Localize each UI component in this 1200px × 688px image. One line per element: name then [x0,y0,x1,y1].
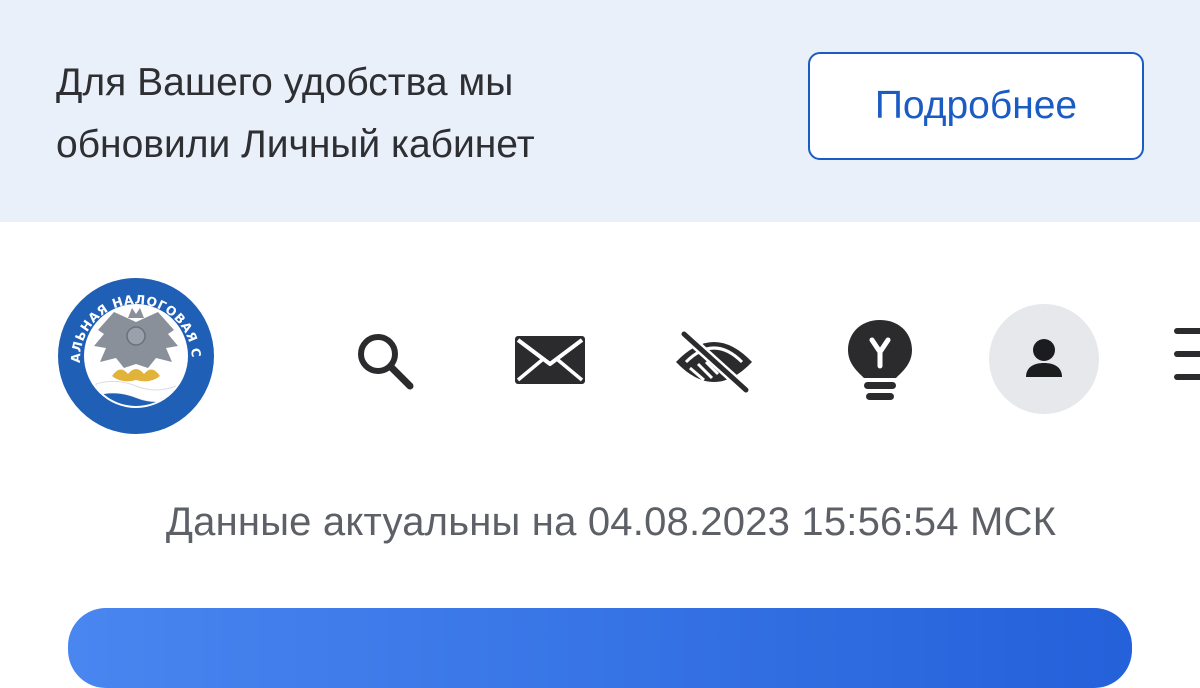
banner-message: Для Вашего удобства мы обновили Личный к… [56,52,756,176]
update-banner: Для Вашего удобства мы обновили Личный к… [0,0,1200,222]
eye-off-icon[interactable] [670,326,758,396]
mail-icon[interactable] [512,330,588,390]
data-updated-text: Данные актуальны на 04.08.2023 15:56:54 … [165,500,1057,544]
user-icon [1026,339,1062,377]
lightbulb-icon[interactable] [844,316,916,408]
more-info-button[interactable]: Подробнее [808,52,1144,160]
search-icon[interactable] [350,326,418,394]
menu-icon[interactable] [1172,322,1200,386]
banner-line-2: обновили Личный кабинет [56,123,535,166]
blue-card[interactable] [68,608,1132,688]
banner-line-1: Для Вашего удобства мы [56,61,514,104]
fns-logo[interactable]: ФЕДЕРАЛЬНАЯ НАЛОГОВАЯ СЛУЖБА [54,272,218,442]
header: ФЕДЕРАЛЬНАЯ НАЛОГОВАЯ СЛУЖБА [0,222,1200,482]
profile-button[interactable] [989,304,1099,414]
